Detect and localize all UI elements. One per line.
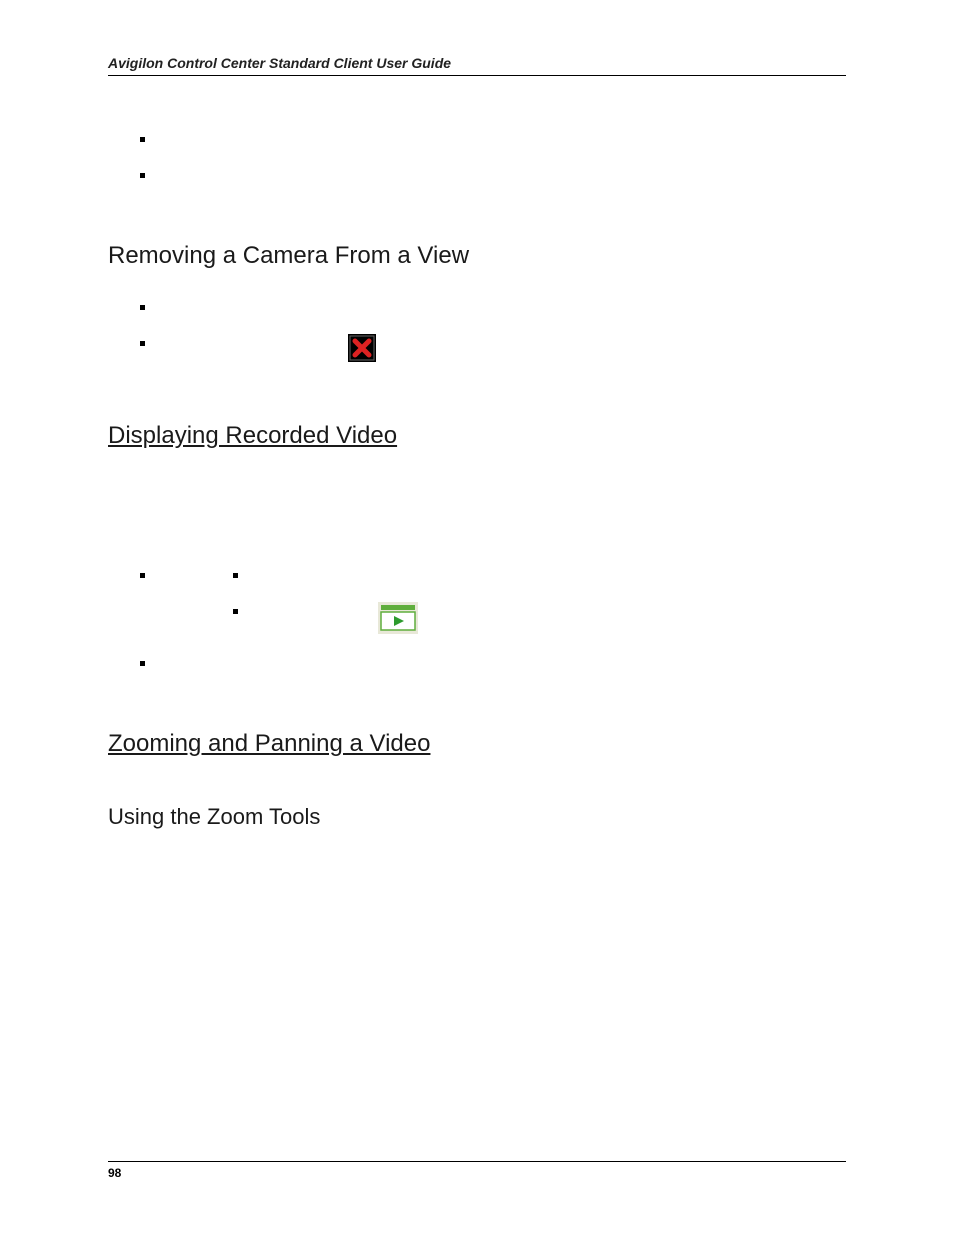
recorded-icon [378, 602, 418, 634]
page-footer: 98 [108, 1161, 846, 1180]
section-heading-removing-camera: Removing a Camera From a View [108, 242, 846, 270]
section-heading-zooming-panning: Zooming and Panning a Video [108, 730, 846, 758]
list-item [108, 334, 846, 362]
header-title: Avigilon Control Center Standard Client … [108, 55, 846, 75]
subsection-heading-zoom-tools: Using the Zoom Tools [108, 804, 846, 830]
list-item [148, 566, 846, 582]
list-item [148, 602, 846, 634]
document-page: Avigilon Control Center Standard Client … [0, 0, 954, 1235]
list-item [108, 130, 846, 146]
removing-camera-bullet-list [108, 298, 846, 362]
page-number: 98 [108, 1166, 846, 1180]
displaying-recorded-bullet-list [108, 566, 846, 670]
list-item [108, 166, 846, 182]
top-bullet-list [108, 130, 846, 182]
nested-bullet-list [148, 566, 846, 634]
section-heading-displaying-recorded: Displaying Recorded Video [108, 422, 846, 450]
list-item [108, 654, 846, 670]
close-icon [348, 334, 376, 362]
header-rule [108, 75, 846, 76]
footer-rule [108, 1161, 846, 1162]
list-item [108, 298, 846, 314]
list-item [108, 566, 846, 634]
